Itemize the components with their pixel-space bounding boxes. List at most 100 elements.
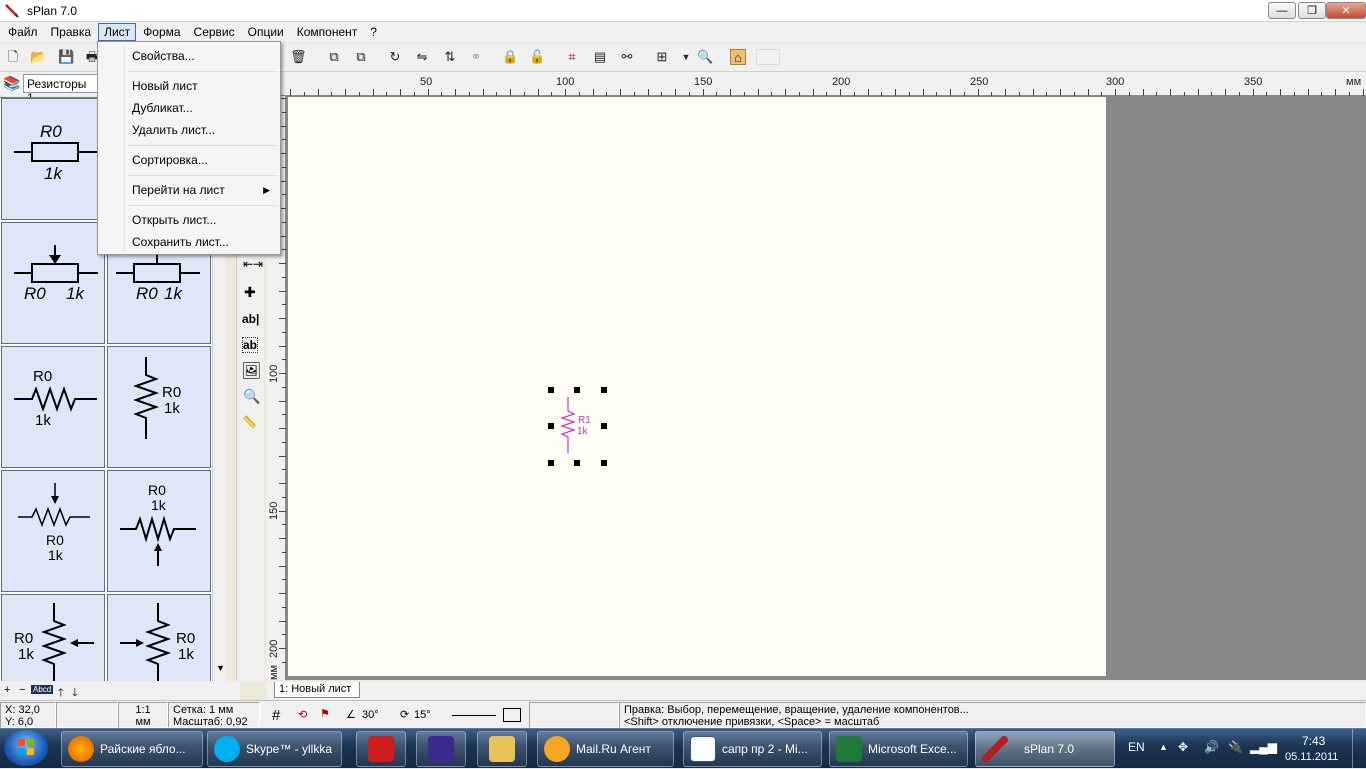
library-cell-pot-box[interactable]: R0 1k [1,222,105,344]
parts-list-icon[interactable]: ▤ [592,49,608,65]
fill-style-icon[interactable] [503,708,521,722]
menu-item-goto-sheet[interactable]: Перейти на лист ▶ [100,180,278,200]
scroll-down-icon[interactable]: ▼ [216,663,225,673]
close-button[interactable]: ✕ [1326,2,1366,19]
clock-time[interactable]: 7:43 [1302,734,1325,748]
ruler-tick [279,373,286,374]
junction-icon[interactable]: ✚ [244,284,256,301]
menu-item-open-sheet[interactable]: Открыть лист... [100,210,278,230]
menu-help[interactable]: ? [364,23,383,41]
menu-item-delete-sheet[interactable]: Удалить лист... [100,120,278,140]
tray-expand-icon[interactable]: ▲ [1159,742,1168,752]
menu-form[interactable]: Форма [137,23,186,41]
image-icon[interactable]: 🖼 [241,361,261,381]
lock-icon[interactable]: 🔒 [502,49,518,65]
dimension-icon[interactable]: ⇤⇥ [243,257,263,271]
volume-icon[interactable]: 🔊 [1204,740,1219,754]
show-desktop-button[interactable] [1352,729,1366,768]
svg-text:1k: 1k [18,646,34,663]
unlock-icon[interactable]: 🔓 [529,49,545,65]
angle-value-1[interactable]: 30° [362,709,379,721]
delete-icon[interactable]: 🗑 [290,49,307,65]
ruler-tick [785,89,786,96]
open-file-icon[interactable]: 📂 [30,49,46,65]
menu-item-new-sheet[interactable]: Новый лист [100,76,278,96]
task-explorer[interactable] [477,731,527,767]
task-mailru[interactable]: Mail.Ru Агент [537,731,674,767]
start-button[interactable] [4,730,48,766]
library-cell-pot-vertical-right[interactable]: R0 1k [107,594,211,681]
signal-icon[interactable]: ▂▄▆ [1250,740,1277,754]
rotate-step-icon[interactable]: ⟳ [400,708,409,721]
menu-item-save-sheet[interactable]: Сохранить лист... [100,232,278,252]
line-style-icon[interactable] [452,715,496,716]
menu-item-sort[interactable]: Сортировка... [100,150,278,170]
zoom-icon[interactable]: 🔍 [697,49,713,65]
library-cell-resistor-zigzag-vertical[interactable]: R0 1k [107,346,211,468]
power-icon[interactable]: 🔌 [1228,740,1243,754]
mirror-horizontal-icon[interactable]: ⇋ [414,49,430,65]
library-cell-pot-vertical-left[interactable]: R0 1k [1,594,105,681]
task-skype[interactable]: Skype™ - yllkka [207,731,342,767]
selected-resistor-r1[interactable]: R1 1k [546,387,610,467]
send-back-icon[interactable]: ⧉ [353,49,369,65]
svg-text:1k: 1k [66,284,85,303]
snap-icon[interactable]: ⟲ [298,708,307,721]
menu-sheet[interactable]: Лист [98,23,137,41]
library-cell-pot-zigzag[interactable]: R0 1k [1,470,105,592]
drawing-sheet[interactable]: R1 1k [288,97,1106,676]
grid-size[interactable]: Сетка: 1 мм [173,704,255,716]
task-app-purple[interactable] [416,731,466,767]
task-firefox[interactable]: Райские ябло... [61,731,203,767]
remove-icon[interactable]: − [19,684,25,696]
library-book-icon[interactable]: 📚 [3,75,20,92]
save-icon[interactable]: 💾 [58,49,74,65]
language-indicator[interactable]: EN [1128,740,1145,754]
component-icon[interactable]: ⌂ [730,49,746,65]
menu-item-properties[interactable]: Свойства... [100,46,278,66]
menu-component[interactable]: Компонент [291,23,364,41]
text-tool-icon[interactable]: ab| [242,312,259,326]
rename-label-button[interactable]: Abcd [31,685,54,694]
clock-date[interactable]: 05.11.2011 [1285,751,1338,763]
menu-file[interactable]: Файл [2,23,44,41]
task-splan[interactable]: sPlan 7.0 [975,731,1115,767]
task-app-red[interactable] [356,731,406,767]
menu-options[interactable]: Опции [242,23,290,41]
angle-icon[interactable]: ∠ [346,708,356,721]
library-cell-pot-zigzag-up[interactable]: R0 1k [107,470,211,592]
tab-sheet-1[interactable]: 1: Новый лист [274,682,361,698]
chevron-down-icon[interactable]: ▼ [678,49,694,65]
angle-value-2[interactable]: 15° [414,709,431,721]
mirror-vertical-icon[interactable]: ⇅ [442,49,458,65]
new-file-icon[interactable]: 🗋 [5,49,21,65]
library-cell-resistor-zigzag[interactable]: R0 1k [1,346,105,468]
connect-icon[interactable]: ⌗ [564,49,580,65]
menu-service[interactable]: Сервис [188,23,241,41]
ruler-tick [1170,89,1171,96]
flag-icon[interactable]: ⚑ [320,707,330,720]
minimize-button[interactable]: — [1268,2,1296,19]
ruler-tick [455,89,456,96]
text-frame-icon[interactable]: ab [242,337,259,353]
menu-edit[interactable]: Правка [45,23,98,41]
task-excel[interactable]: Microsoft Exce... [829,731,968,767]
search-binoculars-icon[interactable]: ⚯ [619,49,635,65]
group-icon[interactable]: ⚭ [468,49,484,65]
task-word[interactable]: сапр пр 2 - Mi... [683,731,822,767]
rotate-icon[interactable]: ↻ [387,49,403,65]
zoom-tool-icon[interactable]: 🔍 [243,388,260,405]
restore-button[interactable]: ❐ [1298,2,1326,19]
bring-front-icon[interactable]: ⧉ [326,49,342,65]
add-icon[interactable]: + [4,684,10,696]
grid-icon[interactable]: ⊞ [654,49,670,65]
library-cell-resistor-box[interactable]: R0 1k [1,98,105,220]
network-status-icon[interactable]: ✥ [1178,740,1188,754]
measure-icon[interactable]: 📏 [242,415,257,429]
menu-item-duplicate[interactable]: Дубликат... [100,98,278,118]
library-footer: + − Abcd 🡑 🡓 [0,681,240,701]
ruler-tick [1032,89,1034,96]
library-select[interactable]: Резисторы 1 [23,74,99,105]
grid-toggle-icon[interactable]: # [272,707,280,724]
svg-text:R0: R0 [24,284,46,303]
